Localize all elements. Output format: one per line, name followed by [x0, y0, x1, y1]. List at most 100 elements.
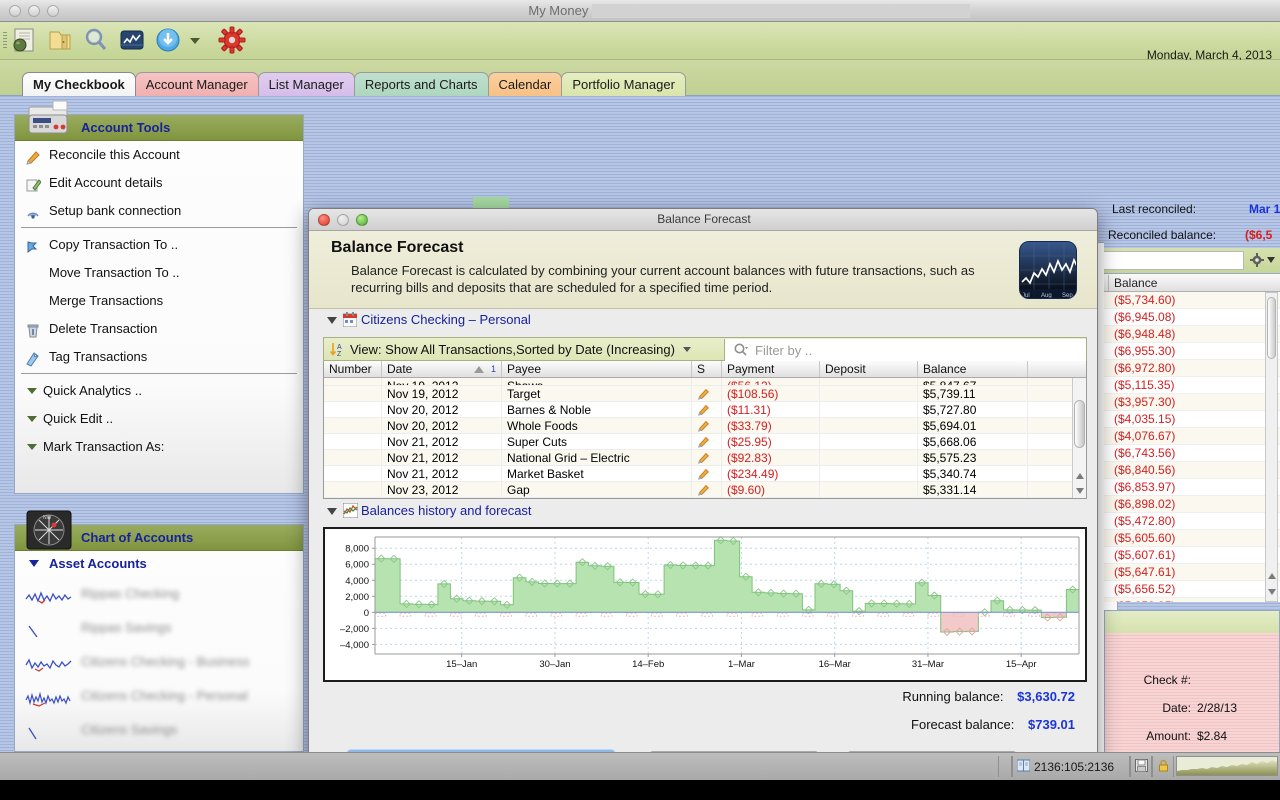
menu-reconcile-this-account[interactable]: Reconcile this Account	[15, 141, 303, 169]
balance-row[interactable]: ($5,656.52)	[1104, 581, 1280, 598]
account-row[interactable]: Citizens Savings	[15, 713, 303, 747]
account-row[interactable]: Citizens Checking - Business	[15, 645, 303, 679]
balance-row[interactable]: ($5,734.60)	[1104, 292, 1280, 309]
tab-account-manager[interactable]: Account Manager	[135, 72, 259, 96]
menu-quick-analytics[interactable]: Quick Analytics ..	[15, 377, 303, 405]
balance-row[interactable]: ($5,658.95)	[1104, 598, 1280, 602]
chevron-down-icon[interactable]	[1267, 257, 1275, 263]
scroll-up-arrow-icon[interactable]	[1076, 473, 1084, 479]
main-window-titlebar: My Money 2.0.84 *** Trial Version *** –	[0, 0, 1280, 22]
table-row-partial[interactable]: Nov 23, 2012T-Shop($5.55)$5,325.59	[324, 498, 1086, 499]
menu-copy-transaction-to[interactable]: Copy Transaction To ..	[15, 231, 303, 259]
balance-row[interactable]: ($6,743.56)	[1104, 445, 1280, 462]
balance-list: ($5,734.60)($6,945.08)($6,948.48)($6,955…	[1104, 292, 1280, 602]
column-payee[interactable]: Payee	[502, 361, 692, 377]
folder-icon[interactable]	[46, 26, 74, 54]
amount-value: $2.84	[1197, 729, 1227, 743]
menu-setup-bank-connection[interactable]: Setup bank connection	[15, 197, 303, 225]
account-row[interactable]: Rippas Savings	[15, 611, 303, 645]
menu-label: Merge Transactions	[49, 293, 163, 308]
download-icon[interactable]	[154, 26, 182, 54]
table-row-partial[interactable]: Nov 19, 2012Shaws($56.12)$5,847.67	[324, 378, 1086, 386]
search-input[interactable]	[1104, 251, 1244, 270]
balance-row[interactable]: ($6,972.80)	[1104, 360, 1280, 377]
table-scrollbar[interactable]	[1072, 378, 1086, 499]
screen-bottom-bezel	[0, 780, 1280, 800]
save-indicator[interactable]	[1130, 756, 1152, 777]
balance-row[interactable]: ($4,035.15)	[1104, 411, 1280, 428]
tab-list-manager[interactable]: List Manager	[258, 72, 355, 96]
balance-row[interactable]: ($5,115.35)	[1104, 377, 1280, 394]
balance-row[interactable]: ($6,853.97)	[1104, 479, 1280, 496]
balance-row[interactable]: ($6,898.02)	[1104, 496, 1280, 513]
tab-my-checkbook[interactable]: My Checkbook	[22, 72, 136, 96]
scroll-down-arrow-icon[interactable]	[1268, 589, 1276, 595]
balance-row[interactable]: ($5,647.61)	[1104, 564, 1280, 581]
menu-merge-transactions[interactable]: Merge Transactions	[15, 287, 303, 315]
column-payment[interactable]: Payment	[722, 361, 820, 377]
column-balance[interactable]: Balance	[918, 361, 1028, 377]
filter-input[interactable]: Filter by ..	[724, 339, 1086, 361]
disclosure-triangle-icon[interactable]	[327, 508, 337, 515]
table-row[interactable]: Nov 21, 2012National Grid – Electric($92…	[324, 450, 1086, 466]
balance-row[interactable]: ($5,472.80)	[1104, 513, 1280, 530]
scroll-up-arrow-icon[interactable]	[1268, 573, 1276, 579]
balance-row[interactable]: ($6,948.48)	[1104, 326, 1280, 343]
tab-calendar[interactable]: Calendar	[488, 72, 563, 96]
menu-mark-transaction-as[interactable]: Mark Transaction As:	[15, 433, 303, 461]
table-row[interactable]: Nov 21, 2012Market Basket($234.49)$5,340…	[324, 466, 1086, 482]
menu-delete-transaction[interactable]: Delete Transaction	[15, 315, 303, 343]
table-row[interactable]: Nov 20, 2012Whole Foods($33.79)$5,694.01	[324, 418, 1086, 434]
table-row[interactable]: Nov 23, 2012Gap($9.60)$5,331.14	[324, 482, 1086, 498]
tab-portfolio-manager[interactable]: Portfolio Manager	[561, 72, 686, 96]
disclosure-triangle-icon[interactable]	[327, 317, 337, 324]
reconciled-balance-value: ($6,5	[1245, 228, 1272, 242]
search-icon[interactable]	[82, 26, 110, 54]
scrollbar-thumb[interactable]	[1267, 297, 1276, 359]
column-status[interactable]: S	[692, 361, 722, 377]
copy-icon	[25, 237, 41, 253]
preferences-gear-icon[interactable]	[218, 26, 246, 54]
book-icon	[1017, 759, 1030, 775]
scroll-down-arrow-icon[interactable]	[1076, 488, 1084, 494]
chart-baseline-tick	[450, 613, 461, 616]
sort-icon[interactable]: AZ	[329, 341, 346, 361]
column-number[interactable]: Number	[324, 361, 382, 377]
account-row[interactable]: Rippas Checking	[15, 577, 303, 611]
menu-edit-account-details[interactable]: Edit Account details	[15, 169, 303, 197]
scrollbar-thumb[interactable]	[1074, 400, 1085, 448]
balance-row[interactable]: ($5,607.61)	[1104, 547, 1280, 564]
menu-move-transaction-to[interactable]: Move Transaction To ..	[15, 259, 303, 287]
column-date[interactable]: Date 1	[382, 361, 502, 377]
balance-column-header[interactable]: Balance	[1104, 274, 1280, 292]
balance-row[interactable]: ($6,955.30)	[1104, 343, 1280, 360]
balance-row[interactable]: ($4,076.67)	[1104, 428, 1280, 445]
transactions-icon[interactable]	[10, 26, 38, 54]
view-dropdown-caret-icon[interactable]	[683, 347, 691, 352]
chart-icon[interactable]	[118, 26, 146, 54]
balance-scrollbar[interactable]	[1265, 292, 1278, 602]
table-row[interactable]: Nov 21, 2012Super Cuts($25.95)$5,668.06	[324, 434, 1086, 450]
balance-row[interactable]: ($3,957.30)	[1104, 394, 1280, 411]
gear-icon[interactable]	[1250, 253, 1264, 270]
chart-baseline-tick	[652, 613, 663, 616]
table-row[interactable]: Nov 19, 2012Target($108.56)$5,739.11	[324, 386, 1086, 402]
menu-tag-transactions[interactable]: Tag Transactions	[15, 343, 303, 371]
tab-reports-charts[interactable]: Reports and Charts	[354, 72, 489, 96]
dropdown-arrow-icon[interactable]	[190, 38, 200, 44]
chart-baseline-tick	[400, 613, 411, 616]
menu-quick-edit[interactable]: Quick Edit ..	[15, 405, 303, 433]
balance-row[interactable]: ($5,605.60)	[1104, 530, 1280, 547]
table-row[interactable]: Nov 20, 2012Barnes & Noble($11.31)$5,727…	[324, 402, 1086, 418]
asset-accounts-group[interactable]: Asset Accounts	[15, 551, 303, 577]
account-section-title: Citizens Checking – Personal	[361, 312, 531, 327]
lock-indicator[interactable]	[1152, 756, 1174, 777]
balance-row[interactable]: ($6,840.56)	[1104, 462, 1280, 479]
account-row[interactable]: Citizens Checking - Personal	[15, 679, 303, 713]
lock-icon	[1157, 759, 1170, 775]
svg-text:Z: Z	[337, 351, 342, 358]
column-deposit[interactable]: Deposit	[820, 361, 918, 377]
account-name: Citizens Checking - Personal	[81, 688, 248, 703]
chart-section-icon	[343, 503, 358, 521]
balance-row[interactable]: ($6,945.08)	[1104, 309, 1280, 326]
